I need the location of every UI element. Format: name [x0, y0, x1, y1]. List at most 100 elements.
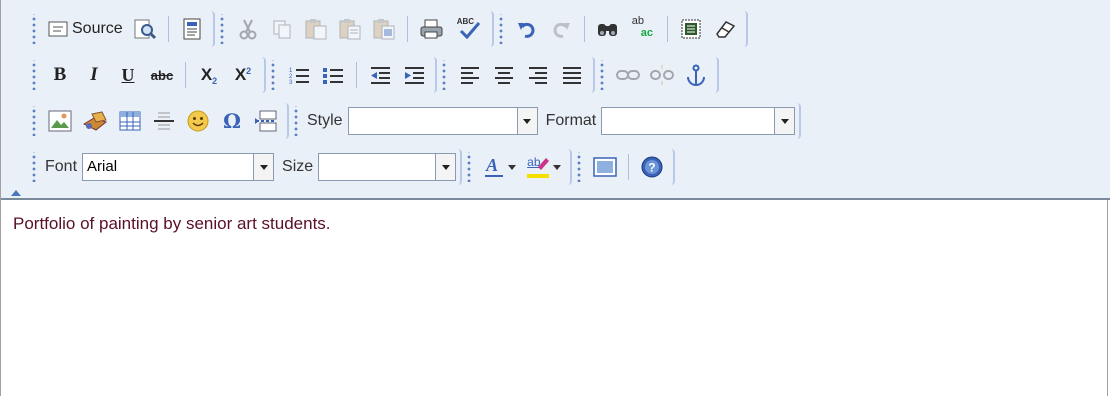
list-group: 123 [270, 57, 437, 93]
link-icon [616, 68, 640, 82]
background-color-button[interactable]: ab [523, 152, 564, 182]
text-color-dropdown-icon[interactable] [508, 164, 517, 170]
toolbar-grip[interactable] [293, 106, 299, 136]
undo-group: ab ac [497, 11, 748, 47]
bold-button[interactable]: B [45, 60, 75, 90]
toolbar-row-1: Source ABC ab ac [31, 10, 752, 48]
toolbar-grip[interactable] [31, 14, 37, 44]
content-paragraph[interactable]: Portfolio of painting by senior art stud… [13, 214, 1095, 234]
superscript-button[interactable]: X2 [228, 60, 258, 90]
insert-group: Ω [31, 103, 289, 139]
link-button[interactable] [613, 60, 643, 90]
about-button[interactable]: ? [637, 152, 667, 182]
style-combo[interactable] [347, 106, 538, 136]
show-blocks-icon [593, 157, 617, 177]
format-dropdown-arrow-icon[interactable] [775, 107, 796, 135]
select-all-button[interactable] [676, 14, 706, 44]
toolbar-row-2: B I U abc X2 X2 1 2 3 [31, 56, 723, 94]
unlink-button[interactable] [647, 60, 677, 90]
preview-button[interactable] [130, 14, 160, 44]
font-field[interactable]: Arial [82, 153, 255, 181]
flash-button[interactable] [79, 106, 111, 136]
background-color-dropdown-icon[interactable] [553, 164, 562, 170]
smiley-button[interactable] [183, 106, 213, 136]
document-group: Source [31, 11, 215, 47]
smiley-icon [186, 109, 210, 133]
redo-button[interactable] [546, 14, 576, 44]
text-color-glyph: A [486, 155, 499, 175]
justify-button[interactable] [557, 60, 587, 90]
toolbar-grip[interactable] [31, 152, 37, 182]
numbered-list-icon: 123 [288, 65, 310, 85]
image-button[interactable] [45, 106, 75, 136]
anchor-icon [685, 64, 707, 86]
horizontal-rule-icon [153, 110, 175, 132]
toolbar-grip[interactable] [599, 60, 605, 90]
toolbar-grip[interactable] [576, 152, 583, 182]
page-break-button[interactable] [251, 106, 281, 136]
style-field[interactable] [347, 107, 518, 135]
format-combo[interactable] [601, 106, 796, 136]
align-right-button[interactable] [523, 60, 553, 90]
toolbar-row-4: Font Arial Size A ab ? [31, 148, 679, 186]
spellcheck-icon: ABC [455, 17, 483, 41]
superscript-2: 2 [246, 66, 252, 76]
toolbar-grip[interactable] [270, 60, 276, 90]
anchor-button[interactable] [681, 60, 711, 90]
remove-format-button[interactable] [710, 14, 740, 44]
font-dropdown-arrow-icon[interactable] [254, 153, 275, 181]
outdent-button[interactable] [365, 60, 395, 90]
cut-button[interactable] [233, 14, 263, 44]
find-button[interactable] [593, 14, 623, 44]
bulleted-list-button[interactable] [318, 60, 348, 90]
toolbar-grip[interactable] [218, 14, 225, 44]
separator [167, 16, 169, 42]
style-dropdown-arrow-icon[interactable] [517, 107, 538, 135]
superscript-icon: X2 [235, 65, 251, 85]
paste-word-button[interactable] [369, 14, 399, 44]
tools-group: ? [576, 149, 676, 185]
style-label: Style [307, 112, 343, 129]
replace-icon-ab: ab [631, 15, 644, 27]
colors-group: A ab [466, 149, 573, 185]
font-combo[interactable]: Arial [82, 152, 275, 182]
paste-text-button[interactable] [335, 14, 365, 44]
collapse-toolbar-icon[interactable] [11, 190, 21, 196]
separator [583, 16, 585, 42]
special-char-button[interactable]: Ω [217, 106, 247, 136]
special-char-icon: Ω [223, 109, 241, 133]
size-combo[interactable] [318, 152, 457, 182]
size-field[interactable] [318, 153, 437, 181]
toolbar-grip[interactable] [31, 60, 37, 90]
copy-button[interactable] [267, 14, 297, 44]
italic-button[interactable]: I [79, 60, 109, 90]
table-button[interactable] [115, 106, 145, 136]
indent-button[interactable] [399, 60, 429, 90]
toolbar-grip[interactable] [497, 14, 504, 44]
text-color-button[interactable]: A [480, 152, 519, 182]
subscript-button[interactable]: X2 [194, 60, 224, 90]
undo-button[interactable] [512, 14, 542, 44]
toolbar-grip[interactable] [31, 106, 37, 136]
size-dropdown-arrow-icon[interactable] [436, 153, 457, 181]
toolbar-grip[interactable] [441, 60, 447, 90]
underline-button[interactable]: U [113, 60, 143, 90]
format-field[interactable] [601, 107, 776, 135]
source-button[interactable]: Source [45, 14, 126, 44]
show-blocks-button[interactable] [590, 152, 620, 182]
toolbar-grip[interactable] [466, 152, 473, 182]
toolbar-row-3: Ω Style Format [31, 102, 805, 140]
numbered-list-button[interactable]: 123 [284, 60, 314, 90]
align-left-button[interactable] [455, 60, 485, 90]
editor-content-area[interactable]: Portfolio of painting by senior art stud… [1, 200, 1107, 396]
align-center-button[interactable] [489, 60, 519, 90]
replace-button[interactable]: ab ac [627, 14, 659, 44]
paste-button[interactable] [301, 14, 331, 44]
font-label: Font [45, 158, 78, 175]
horizontal-rule-button[interactable] [149, 106, 179, 136]
spellcheck-button[interactable]: ABC [452, 14, 486, 44]
strikethrough-button[interactable]: abc [147, 60, 177, 90]
templates-button[interactable] [177, 14, 207, 44]
print-button[interactable] [416, 14, 448, 44]
styles-group: Style Format [293, 103, 802, 139]
